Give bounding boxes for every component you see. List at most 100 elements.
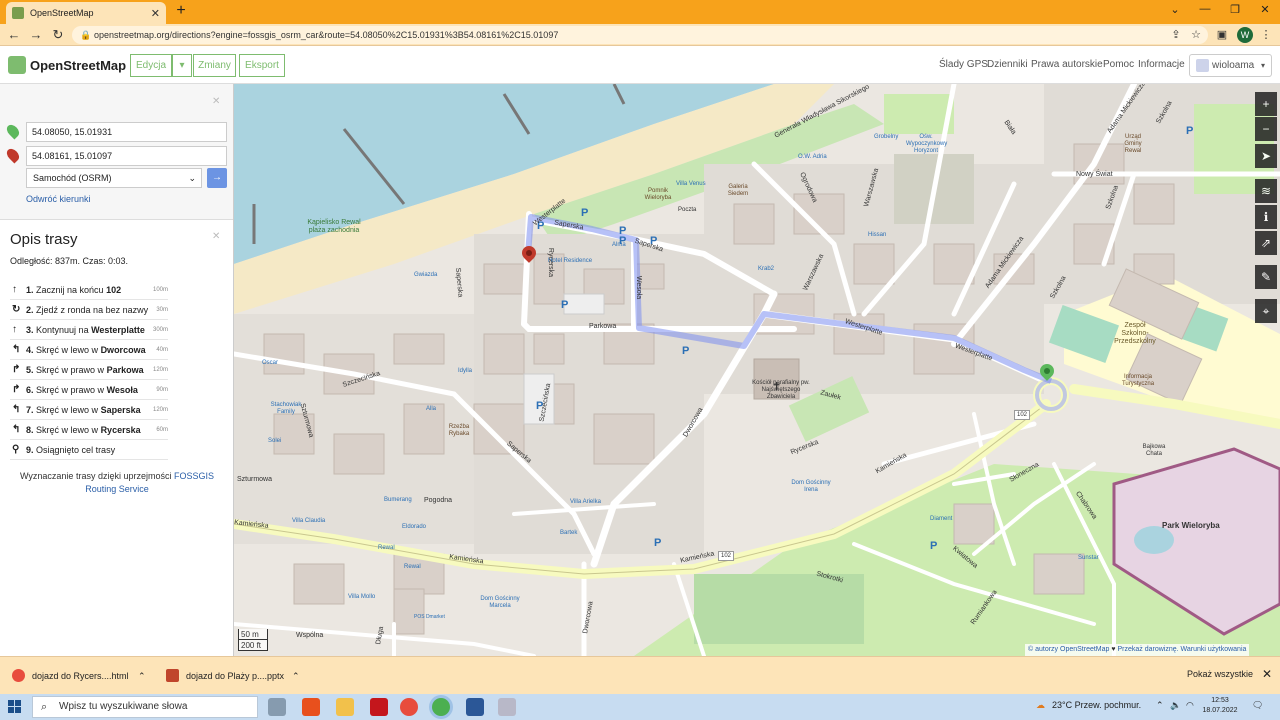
changes-button[interactable]: Zmiany (193, 54, 236, 77)
acrobat-app-icon[interactable] (370, 698, 388, 716)
close-form-icon[interactable]: ✕ (212, 96, 220, 107)
info-icon[interactable]: ℹ (1255, 205, 1277, 229)
chrome-file-icon (12, 669, 25, 682)
tab-search-icon[interactable]: ⌄ (1160, 3, 1190, 19)
user-menu[interactable]: wioloama ▾ (1189, 54, 1272, 77)
direction-step[interactable]: ↰ 4. Skręć w lewo w Dworcowa 40m (10, 340, 168, 360)
minimize-button[interactable]: — (1190, 3, 1220, 19)
map-canvas[interactable]: ✝ PPP PPP PPP PP (234, 84, 1280, 656)
zoom-out-button[interactable]: − (1255, 117, 1277, 141)
layers-icon[interactable]: ≋ (1255, 179, 1277, 203)
turn-icon: ↑ (12, 324, 17, 335)
file-explorer-icon[interactable] (336, 698, 354, 716)
word-app-icon[interactable] (466, 698, 484, 716)
destination-marker-icon[interactable] (519, 243, 539, 266)
url-field[interactable]: 🔒 openstreetmap.org/directions?engine=fo… (72, 26, 1208, 44)
close-tab-icon[interactable]: ✕ (151, 7, 160, 20)
weather-icon: ☁ (1036, 700, 1045, 710)
edit-button[interactable]: Edycja (130, 54, 172, 77)
go-button[interactable]: → (207, 168, 227, 188)
step-text: Zjedź z ronda na bez nazwy (36, 305, 149, 315)
step-distance: 30m (156, 307, 168, 313)
zoom-in-button[interactable]: + (1255, 92, 1277, 116)
osm-logo-icon[interactable] (8, 56, 26, 74)
direction-step[interactable]: ↻ 2. Zjedź z ronda na bez nazwy 30m (10, 300, 168, 320)
clock-date: 18.07.2022 (1202, 707, 1238, 714)
download-item-pptx[interactable]: dojazd do Plaży p....pptx ⌃ (166, 667, 300, 685)
new-tab-button[interactable]: + (172, 2, 190, 20)
bookmark-star-icon[interactable]: ☆ (1188, 27, 1204, 43)
profile-avatar[interactable]: W (1237, 27, 1253, 43)
donate-terms-link[interactable]: Przekaż darowiznę. Warunki użytkowania (1117, 646, 1246, 653)
nav-link-gps[interactable]: Ślady GPS (939, 59, 988, 70)
chrome-app-icon[interactable] (400, 698, 418, 716)
map-view[interactable]: ✝ PPP PPP PPP PP Kąpielisko Rewal plaża … (234, 84, 1280, 656)
direction-step[interactable]: ↑ 1. Zacznij na końcu 102 100m (10, 280, 168, 300)
site-brand[interactable]: OpenStreetMap (30, 58, 126, 73)
chrome-profile-app-icon[interactable] (432, 698, 450, 716)
chevron-up-icon[interactable]: ⌃ (292, 667, 300, 685)
from-input[interactable]: 54.08050, 15.01931 (26, 122, 227, 142)
to-input[interactable]: 54.08161, 15.01097 (26, 146, 227, 166)
share-icon[interactable]: ⇪ (1168, 27, 1184, 43)
task-view-icon[interactable] (268, 698, 286, 716)
start-marker-map-icon[interactable] (1037, 361, 1057, 384)
forward-icon[interactable]: → (28, 27, 44, 43)
close-directions-icon[interactable]: ✕ (212, 231, 220, 242)
step-street: Wesoła (106, 385, 138, 395)
edit-dropdown-icon[interactable]: ▾ (172, 54, 192, 77)
nav-link-copyright[interactable]: Prawa autorskie (1031, 59, 1103, 70)
volume-icon[interactable]: 🔈 (1170, 700, 1181, 711)
wifi-icon[interactable]: ◠ (1186, 700, 1194, 711)
paint-app-icon[interactable] (498, 698, 516, 716)
nav-link-diaries[interactable]: Dzienniki (987, 59, 1028, 70)
step-distance: 300m (152, 327, 168, 333)
user-avatar (1196, 59, 1209, 72)
back-icon[interactable]: ← (6, 27, 22, 43)
map-label-urzad: Urząd Gminy Rewal (1124, 134, 1142, 154)
engine-select[interactable]: Samochód (OSRM) ⌄ (26, 168, 202, 188)
attribution-link[interactable]: © autorzy OpenStreetMap (1028, 646, 1109, 653)
tray-chevron-icon[interactable]: ⌃ (1156, 700, 1164, 711)
taskbar-clock[interactable]: 12:53 18.07.2022 (1199, 696, 1241, 716)
show-all-downloads-button[interactable]: Pokaż wszystkie (1187, 669, 1253, 679)
close-window-button[interactable]: ✕ (1250, 3, 1280, 19)
download-item-html[interactable]: dojazd do Rycers....html ⌃ (12, 667, 146, 685)
export-button[interactable]: Eksport (239, 54, 285, 77)
close-downloads-icon[interactable]: ✕ (1262, 667, 1272, 681)
weather-text[interactable]: 23°C Przew. pochmur. (1052, 700, 1141, 710)
nav-link-help[interactable]: Pomoc (1103, 59, 1134, 70)
direction-step[interactable]: ↑ 3. Kontynuuj na Westerplatte 300m (10, 320, 168, 340)
note-icon[interactable]: ✎ (1255, 265, 1277, 289)
map-label-nowy-swiat: Nowy Świat (1076, 171, 1113, 178)
direction-step[interactable]: ↱ 5. Skręć w prawo w Parkowa 120m (10, 360, 168, 380)
reload-icon[interactable]: ↻ (50, 27, 66, 43)
maximize-button[interactable]: ❐ (1220, 3, 1250, 19)
sidebar-toggle-icon[interactable]: ▣ (1214, 27, 1230, 43)
share-map-icon[interactable]: ⇗ (1255, 231, 1277, 255)
office-app-icon[interactable] (302, 698, 320, 716)
taskbar-search-input[interactable]: ⌕ Wpisz tu wyszukiwane słowa (32, 696, 258, 718)
browser-tab[interactable]: OpenStreetMap ✕ (6, 2, 166, 24)
direction-step[interactable]: ↰ 8. Skręć w lewo w Rycerska 60m (10, 420, 168, 440)
direction-step[interactable]: ⚲ 9. Osiągnięto cel trasy (10, 440, 168, 460)
download-name: dojazd do Rycers....html (32, 671, 129, 681)
windows-start-icon[interactable] (8, 700, 22, 714)
chevron-up-icon[interactable]: ⌃ (138, 667, 146, 685)
reverse-directions-link[interactable]: Odwróć kierunki (26, 194, 91, 204)
routing-credit: Wyznaczanie trasy dzięki uprzejmości FOS… (12, 470, 222, 496)
map-label-wspolna: Wspólna (296, 632, 324, 639)
direction-step[interactable]: ↰ 7. Skręć w lewo w Saperska 120m (10, 400, 168, 420)
menu-kebab-icon[interactable]: ⋮ (1258, 27, 1274, 43)
svg-text:P: P (654, 537, 661, 549)
query-icon[interactable]: ⌖ (1255, 299, 1277, 323)
locate-icon[interactable]: ➤ (1255, 144, 1277, 168)
address-bar-row: ← → ↻ 🔒 openstreetmap.org/directions?eng… (0, 24, 1280, 46)
direction-step[interactable]: ↱ 6. Skręć w prawo w Wesoła 90m (10, 380, 168, 400)
field (694, 574, 864, 644)
nav-link-about[interactable]: Informacje (1138, 59, 1185, 70)
map-label-stachowiak: Stachowiak Family (270, 402, 302, 415)
scale-meters: 50 m (238, 629, 268, 640)
map-label-pomnik: Pomnik Wieloryba (644, 188, 672, 201)
notifications-icon[interactable]: 🗨 (1252, 700, 1263, 711)
